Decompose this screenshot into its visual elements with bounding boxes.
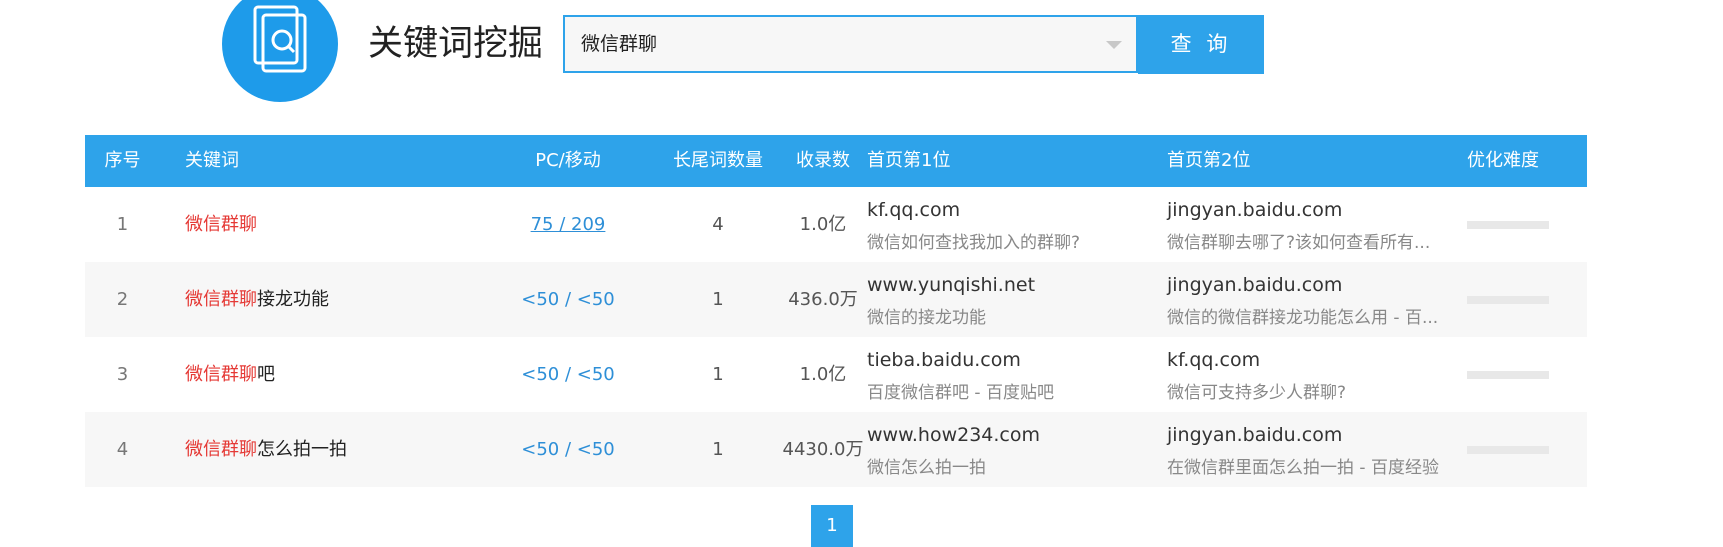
rank2-site[interactable]: jingyan.baidu.com [1167,274,1342,296]
table-row: 2 微信群聊接龙功能 <50 / <50 1 436.0万 www.yunqis… [85,262,1587,337]
search-document-icon [253,5,307,73]
pc-mobile-value: <50 / <50 [521,289,615,310]
row-index: 3 [116,364,129,385]
col-indexed: 收录数 [796,150,850,171]
col-rank1: 首页第1位 [867,150,951,171]
longtail-count: 1 [712,364,724,385]
col-rank2: 首页第2位 [1167,150,1251,171]
search-value: 微信群聊 [581,33,658,55]
indexed-count: 4430.0万 [782,439,864,460]
page-title: 关键词挖掘 [368,24,544,64]
longtail-count: 4 [712,214,724,235]
rank1-site[interactable]: kf.qq.com [867,199,960,221]
pc-mobile-link[interactable]: 75 / 209 [531,214,606,235]
indexed-count: 436.0万 [788,289,858,310]
col-pc-mobile: PC/移动 [535,150,601,171]
col-keyword: 关键词 [185,150,239,171]
row-index: 2 [116,289,129,310]
keyword-rest: 接龙功能 [257,289,329,310]
table-row: 4 微信群聊怎么拍一拍 <50 / <50 1 4430.0万 www.how2… [85,412,1587,487]
row-index: 1 [116,214,129,235]
keyword-rest: 吧 [257,364,275,385]
keyword-link[interactable]: 微信群聊吧 [185,337,275,412]
rank2-site[interactable]: kf.qq.com [1167,349,1260,371]
difficulty-bar [1467,221,1549,229]
rank2-site[interactable]: jingyan.baidu.com [1167,424,1342,446]
keyword-highlight: 微信群聊 [185,364,257,385]
rank2-desc[interactable]: 在微信群里面怎么拍一拍 - 百度经验 [1167,453,1439,478]
table-row: 3 微信群聊吧 <50 / <50 1 1.0亿 tieba.baidu.com… [85,337,1587,412]
difficulty-bar [1467,446,1549,454]
keyword-link[interactable]: 微信群聊怎么拍一拍 [185,412,347,487]
logo [222,0,338,102]
col-longtail: 长尾词数量 [673,150,763,171]
rank1-desc[interactable]: 微信如何查找我加入的群聊? [867,228,1080,253]
keyword-highlight: 微信群聊 [185,214,257,235]
longtail-count: 1 [712,439,724,460]
pagination-page-1[interactable]: 1 [811,505,853,547]
longtail-count: 1 [712,289,724,310]
pc-mobile-value[interactable]: 75 / 209 [488,187,648,262]
keyword-link[interactable]: 微信群聊 [185,187,257,262]
difficulty-bar [1467,296,1549,304]
rank1-desc[interactable]: 微信怎么拍一拍 [867,453,986,478]
search-button[interactable]: 查 询 [1138,15,1264,74]
rank1-desc[interactable]: 百度微信群吧 - 百度贴吧 [867,378,1054,403]
pc-mobile-value: <50 / <50 [521,364,615,385]
keyword-highlight: 微信群聊 [185,439,257,460]
indexed-count: 1.0亿 [799,364,847,385]
pc-mobile-value: <50 / <50 [521,439,615,460]
keyword-select[interactable]: 微信群聊 [563,15,1138,73]
rank2-site[interactable]: jingyan.baidu.com [1167,199,1342,221]
table-row: 1 微信群聊 75 / 209 4 1.0亿 kf.qq.com 微信如何查找我… [85,187,1587,262]
table-header: 序号 关键词 PC/移动 长尾词数量 收录数 首页第1位 首页第2位 优化难度 [85,135,1587,187]
keyword-highlight: 微信群聊 [185,289,257,310]
keyword-rest: 怎么拍一拍 [257,439,347,460]
rank2-desc[interactable]: 微信群聊去哪了?该如何查看所有... [1167,228,1430,253]
col-difficulty: 优化难度 [1467,150,1539,171]
keyword-table: 序号 关键词 PC/移动 长尾词数量 收录数 首页第1位 首页第2位 优化难度 … [85,135,1587,487]
rank2-desc[interactable]: 微信的微信群接龙功能怎么用 - 百... [1167,303,1438,328]
indexed-count: 1.0亿 [799,214,847,235]
difficulty-bar [1467,371,1549,379]
rank1-desc[interactable]: 微信的接龙功能 [867,303,986,328]
rank1-site[interactable]: tieba.baidu.com [867,349,1021,371]
rank1-site[interactable]: www.yunqishi.net [867,274,1035,296]
row-index: 4 [116,439,129,460]
col-index: 序号 [104,150,141,171]
rank1-site[interactable]: www.how234.com [867,424,1040,446]
chevron-down-icon[interactable] [1106,41,1122,49]
keyword-link[interactable]: 微信群聊接龙功能 [185,262,329,337]
rank2-desc[interactable]: 微信可支持多少人群聊? [1167,378,1346,403]
